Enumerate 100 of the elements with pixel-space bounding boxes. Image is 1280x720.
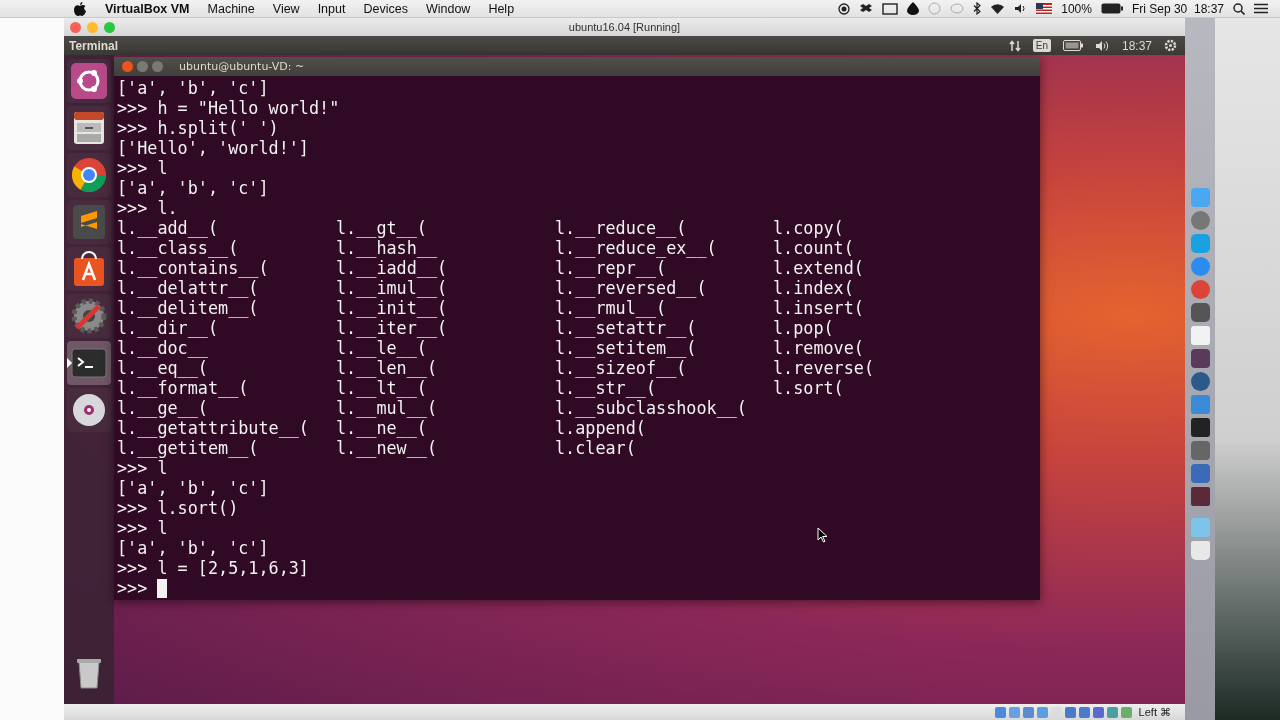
device-status-icon[interactable] (1036, 706, 1048, 718)
menu-clock[interactable]: Fri Sep 30 18:37 (1131, 1, 1224, 16)
terminal-line: >>> h.split(' ') (117, 118, 279, 138)
drop-icon[interactable] (907, 2, 920, 15)
completion-entry: l.__imul__( (336, 278, 449, 298)
device-status-icon[interactable] (1092, 706, 1104, 718)
text-cursor (157, 578, 168, 598)
flag-icon[interactable] (1036, 3, 1053, 14)
terminal-line: >>> h = "Hello world!" (117, 98, 340, 118)
completion-entry: l.__delattr__( (117, 278, 260, 298)
completion-entry: l.reverse( (773, 358, 876, 378)
completion-entry: l.__reduce_ex__( (555, 238, 718, 258)
apple-icon[interactable] (74, 1, 86, 16)
completion-entry: l.__eq__( (117, 358, 209, 378)
app-name: Terminal (69, 38, 119, 53)
device-status-icon[interactable] (1106, 706, 1118, 718)
mouse-pointer-icon (817, 527, 828, 543)
battery-percent: 100% (1061, 1, 1092, 16)
bluetooth-icon[interactable] (973, 2, 982, 15)
completion-entry: l.__len__( (336, 358, 439, 378)
completion-entry: l.__iadd__( (336, 258, 449, 278)
completion-entry: l.__format__( (117, 378, 250, 398)
terminal-line: >>> l = [2,5,1,6,3] (117, 558, 309, 578)
completion-entry: l.__reduce__( (555, 218, 688, 238)
completion-entry: l.__repr__( (555, 258, 668, 278)
completion-entry: l.__sizeof__( (555, 358, 688, 378)
panel-clock[interactable]: 18:37 (1121, 38, 1152, 53)
completion-entry: l.__mul__( (336, 398, 439, 418)
menu-item[interactable]: Input (308, 1, 355, 16)
device-status-icon[interactable] (1008, 706, 1020, 718)
completion-entry: l.index( (773, 278, 855, 298)
completion-entry: l.__init__( (336, 298, 449, 318)
window-title: ubuntu16.04 [Running] (568, 21, 681, 33)
wifi-icon[interactable] (990, 3, 1006, 14)
close-button[interactable] (122, 61, 133, 72)
completion-entry: l.__new__( (336, 438, 439, 458)
completion-entry: l.count( (773, 238, 855, 258)
menu-item[interactable]: View (263, 1, 309, 16)
terminal-line: ['a', 'b', 'c'] (117, 478, 269, 498)
menu-item[interactable]: Window (416, 1, 480, 16)
dropbox-icon[interactable] (859, 2, 874, 15)
network-arrows-icon[interactable] (1008, 39, 1021, 52)
device-status-icon[interactable] (1022, 706, 1034, 718)
terminal-line: ['a', 'b', 'c'] (117, 78, 269, 98)
completion-entry: l.insert( (773, 298, 865, 318)
completion-entry: l.__dir__( (117, 318, 220, 338)
device-status-icon[interactable] (994, 706, 1006, 718)
host-key-label: Left ⌘ (1138, 705, 1171, 719)
prompt: >>> (117, 578, 148, 598)
completion-entry: l.__doc__ (117, 338, 209, 358)
terminal-line: >>> l. (117, 198, 178, 218)
terminal-line: >>> l (117, 158, 168, 178)
volume-icon[interactable] (1094, 39, 1110, 52)
screen-icon[interactable] (882, 2, 899, 15)
menu-item[interactable]: Machine (198, 1, 264, 16)
volume-icon[interactable] (1014, 3, 1028, 14)
keyboard-layout-indicator[interactable]: En (1032, 39, 1051, 52)
completion-entry: l.__class__( (117, 238, 240, 258)
device-status-icon[interactable] (1078, 706, 1090, 718)
completion-entry: l.__gt__( (336, 218, 428, 238)
completion-entry: l.extend( (773, 258, 865, 278)
completion-entry: l.__iter__( (336, 318, 449, 338)
completion-entry: l.__add__( (117, 218, 220, 238)
completion-entry: l.sort( (773, 378, 845, 398)
completion-entry: l.__rmul__( (555, 298, 668, 318)
menu-item[interactable]: Devices (354, 1, 417, 16)
completion-entry: l.__hash__ (336, 238, 439, 258)
active-indicator-icon (67, 358, 72, 368)
completion-entry: l.__setattr__( (555, 318, 698, 338)
settings-icon[interactable] (1164, 39, 1177, 52)
completion-entry: l.__subclasshook__( (555, 398, 748, 418)
list-icon[interactable] (1254, 3, 1268, 14)
terminal-line: >>> l (117, 518, 168, 538)
completion-entry: l.clear( (555, 438, 637, 458)
terminal-line: >>> l.sort() (117, 498, 239, 518)
device-status-icon[interactable] (1064, 706, 1076, 718)
completion-entry: l.__delitem__( (117, 298, 260, 318)
battery-icon[interactable] (1100, 3, 1123, 14)
completion-entry: l.__str__( (555, 378, 658, 398)
battery-icon[interactable] (1062, 40, 1083, 51)
completion-entry: l.__lt__( (336, 378, 428, 398)
completion-entry: l.__contains__( (117, 258, 270, 278)
completion-entry: l.__setitem__( (555, 338, 698, 358)
terminal-line: ['a', 'b', 'c'] (117, 178, 269, 198)
maximize-button[interactable] (152, 61, 163, 72)
search-icon[interactable] (1233, 2, 1245, 15)
completion-entry: l.append( (555, 418, 647, 438)
completion-entry: l.__ne__( (336, 418, 428, 438)
app-menu[interactable]: VirtualBox VM (96, 1, 199, 16)
completion-entry: l.__reversed__( (555, 278, 708, 298)
minimize-button[interactable] (137, 61, 148, 72)
terminal-line: ['Hello', 'world!'] (117, 138, 309, 158)
terminal-title: ubuntu@ubuntu-VD: ~ (179, 60, 305, 73)
close-button[interactable] (70, 22, 81, 33)
completion-entry: l.__le__( (336, 338, 428, 358)
record-icon[interactable] (838, 2, 851, 15)
completion-entry: l.copy( (773, 218, 845, 238)
terminal-line: >>> l (117, 458, 168, 478)
menu-item[interactable]: Help (479, 1, 524, 16)
terminal-line: ['a', 'b', 'c'] (117, 538, 269, 558)
